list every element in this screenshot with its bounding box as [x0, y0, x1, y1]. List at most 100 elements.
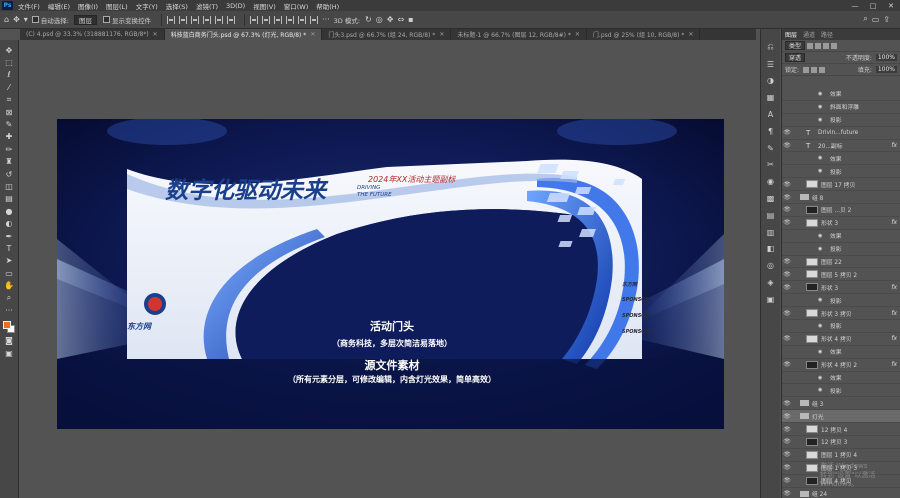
layer-row[interactable]: ◉ 投影	[782, 243, 900, 256]
tab-channels[interactable]: 通道	[803, 30, 815, 39]
pen-tool-icon[interactable]: ✒	[2, 230, 16, 242]
3d-scale-icon[interactable]: ▪	[408, 15, 413, 24]
distribute-top-icon[interactable]	[250, 15, 258, 24]
character-icon[interactable]: A	[764, 106, 778, 123]
doc-tab-3[interactable]: 门头3.psd @ 66.7% (组 24, RGB/8) * ✕	[322, 29, 452, 40]
more-tools-icon[interactable]: ···	[2, 304, 16, 316]
color-swatches[interactable]	[1, 319, 17, 335]
layer-row[interactable]: ◉ 效果	[782, 88, 900, 101]
layer-row[interactable]: 👁 形状 3 拷贝 fx	[782, 307, 900, 321]
layer-row[interactable]: ◉ 斜面和浮雕	[782, 101, 900, 114]
visibility-eye-icon[interactable]: 👁	[782, 181, 792, 188]
distribute-hcenter-icon[interactable]	[298, 15, 306, 24]
document-canvas[interactable]: 数字化驱动未来 2024年XX活动主题副标 DRIVING THE FUTURE…	[57, 119, 724, 429]
doc-tab-1[interactable]: (C) 4.psd @ 33.3% (318881176, RGB/8*) ✕	[20, 29, 165, 40]
distribute-bottom-icon[interactable]	[274, 15, 282, 24]
layer-row[interactable]: 👁 形状 4 拷贝 fx	[782, 333, 900, 346]
maximize-button[interactable]: □	[864, 0, 882, 11]
align-vcenter-icon[interactable]	[179, 15, 187, 24]
distribute-right-icon[interactable]	[310, 15, 318, 24]
properties-icon[interactable]: ☰	[764, 56, 778, 73]
rectangle-tool-icon[interactable]: ▭	[2, 267, 16, 279]
show-transform-checkbox[interactable]	[103, 16, 110, 23]
3d-roll-icon[interactable]: ◎	[376, 15, 383, 24]
fx-badge[interactable]: fx	[891, 310, 897, 317]
menu-3d[interactable]: 3D(D)	[226, 2, 245, 10]
menu-layer[interactable]: 图层(L)	[106, 1, 128, 11]
lock-position-icon[interactable]	[811, 66, 818, 73]
lock-pixels-icon[interactable]	[803, 66, 810, 73]
adjustments-icon[interactable]: ◑	[764, 73, 778, 90]
filter-pixel-icon[interactable]	[807, 42, 814, 49]
layer-row[interactable]: 👁 T 20...副标 fx	[782, 140, 900, 153]
layer-row[interactable]: 👁 图层 5 拷贝 2	[782, 268, 900, 282]
layer-row[interactable]: 👁 组 8	[782, 191, 900, 205]
layer-row[interactable]: ◉ 投影	[782, 384, 900, 398]
align-hcenter-icon[interactable]	[215, 15, 223, 24]
visibility-eye-icon[interactable]: 👁	[782, 413, 792, 420]
layer-row[interactable]: 👁 图层 1 拷贝 4	[782, 449, 900, 462]
brush-tool-icon[interactable]: ✏	[2, 143, 16, 155]
auto-select-dropdown[interactable]: 图层	[74, 14, 97, 25]
lock-all-icon[interactable]	[819, 66, 826, 73]
visibility-eye-icon[interactable]: 👁	[782, 129, 792, 136]
gradients-icon[interactable]: ▥	[764, 224, 778, 241]
fx-badge[interactable]: fx	[891, 284, 897, 291]
swatches-icon[interactable]: ▩	[764, 190, 778, 207]
close-icon[interactable]: ✕	[688, 31, 693, 38]
fill-input[interactable]: 100%	[875, 66, 897, 73]
filter-adjust-icon[interactable]	[815, 42, 822, 49]
visibility-eye-icon[interactable]: 👁	[782, 284, 792, 291]
libraries-icon[interactable]: ▦	[764, 89, 778, 106]
layer-row[interactable]: 👁 图层 ...贝 2	[782, 204, 900, 217]
distribute-left-icon[interactable]	[286, 15, 294, 24]
menu-image[interactable]: 图像(I)	[78, 1, 98, 11]
layer-row[interactable]: 👁 形状 4 拷贝 2 fx	[782, 359, 900, 372]
tab-layers[interactable]: 图层	[785, 30, 797, 39]
screen-mode-icon[interactable]: ▣	[2, 347, 16, 359]
visibility-eye-icon[interactable]: 👁	[782, 206, 792, 213]
fx-badge[interactable]: fx	[891, 219, 897, 226]
align-left-icon[interactable]	[203, 15, 211, 24]
layer-kind-select[interactable]: 类型	[785, 41, 806, 50]
magic-wand-icon[interactable]: ⁄	[2, 81, 16, 93]
tab-paths[interactable]: 路径	[821, 30, 833, 39]
layer-comps-icon[interactable]: ▣	[764, 291, 778, 308]
menu-view[interactable]: 视图(V)	[253, 1, 276, 11]
align-top-icon[interactable]	[167, 15, 175, 24]
crop-tool-icon[interactable]: ⌗	[2, 94, 16, 106]
fx-badge[interactable]: fx	[891, 361, 897, 368]
layer-row[interactable]: ◉ 投影	[782, 294, 900, 308]
marquee-tool-icon[interactable]: ⬚	[2, 56, 16, 68]
type-tool-icon[interactable]: T	[2, 242, 16, 254]
close-icon[interactable]: ✕	[575, 31, 580, 38]
lasso-tool-icon[interactable]: ℓ	[2, 69, 16, 81]
layer-row[interactable]: 👁 12 拷贝 3	[782, 436, 900, 449]
layer-row[interactable]: ◉ 效果	[782, 230, 900, 243]
menu-filter[interactable]: 滤镜(T)	[196, 1, 218, 11]
visibility-eye-icon[interactable]: 👁	[782, 219, 792, 226]
layer-row[interactable]: 👁 组 3	[782, 397, 900, 411]
history-icon[interactable]: ⎌	[764, 39, 778, 56]
menu-window[interactable]: 窗口(W)	[284, 1, 309, 11]
layer-row[interactable]: 👁 组 24	[782, 488, 900, 498]
filter-type-icon[interactable]	[823, 42, 830, 49]
patterns-icon[interactable]: ▤	[764, 207, 778, 224]
layer-row[interactable]: ◉ 投影	[782, 320, 900, 333]
layer-row[interactable]: ◉ 效果	[782, 152, 900, 166]
align-bottom-icon[interactable]	[191, 15, 199, 24]
dropdown-arrow-icon[interactable]: ▾	[24, 15, 28, 24]
fx-badge[interactable]: fx	[891, 335, 897, 342]
quick-mask-icon[interactable]: ◙	[2, 335, 16, 347]
canvas-area[interactable]: 数字化驱动未来 2024年XX活动主题副标 DRIVING THE FUTURE…	[20, 40, 756, 498]
eraser-tool-icon[interactable]: ◫	[2, 180, 16, 192]
doc-tab-5[interactable]: 门.psd @ 25% (组 10, RGB/8) * ✕	[587, 29, 701, 40]
visibility-eye-icon[interactable]: 👁	[782, 194, 792, 201]
layer-row[interactable]: 👁 图层 22	[782, 256, 900, 269]
opacity-input[interactable]: 100%	[875, 54, 897, 61]
layer-row[interactable]: 👁 12 拷贝 4	[782, 423, 900, 437]
styles-icon[interactable]: ◧	[764, 241, 778, 258]
path-select-icon[interactable]: ➤	[2, 255, 16, 267]
hand-tool-icon[interactable]: ✋	[2, 279, 16, 291]
close-icon[interactable]: ✕	[310, 31, 315, 38]
